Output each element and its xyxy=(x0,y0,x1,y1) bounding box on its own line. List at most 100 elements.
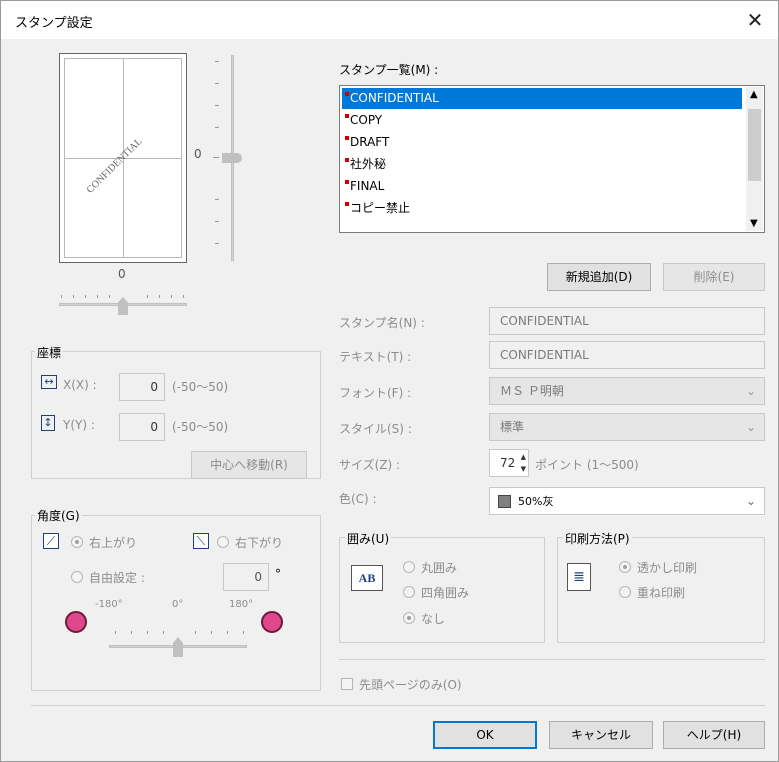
angle-mid-label: 0° xyxy=(172,599,184,610)
color-select[interactable]: 50%灰 ⌄ xyxy=(489,487,765,515)
up-right-radio[interactable] xyxy=(71,536,83,548)
list-item[interactable]: コピー禁止 xyxy=(342,198,742,219)
y-range: (-50～50) xyxy=(172,420,229,434)
list-item[interactable]: DRAFT xyxy=(342,132,742,153)
chevron-down-icon: ⌄ xyxy=(745,384,756,398)
size-input[interactable]: 72 ▲ ▼ xyxy=(489,449,529,477)
free-angle-label: 自由設定 : xyxy=(89,571,145,585)
square-border-radio[interactable] xyxy=(403,586,415,598)
stamp-settings-dialog: スタンプ設定 ✕ CONFIDENTIAL 0 0 座標 ↔ X(X): 0 … xyxy=(0,0,779,762)
list-item[interactable]: CONFIDENTIAL xyxy=(342,88,742,109)
scroll-down-icon[interactable]: ▼ xyxy=(750,218,758,229)
bottom-separator xyxy=(31,705,765,706)
chevron-down-icon: ⌄ xyxy=(745,420,756,434)
first-page-checkbox[interactable] xyxy=(341,678,353,690)
font-select[interactable]: ＭＳ Ｐ明朝 ⌄ xyxy=(489,377,765,405)
down-right-label: 右下がり xyxy=(235,536,284,550)
list-item[interactable]: FINAL xyxy=(342,176,742,197)
transparent-print-label: 透かし印刷 xyxy=(637,561,698,575)
transparent-print-radio[interactable] xyxy=(619,561,631,573)
text-input[interactable]: CONFIDENTIAL xyxy=(489,341,765,369)
down-right-icon: ⟍ xyxy=(193,533,209,549)
list-item[interactable]: 社外秘 xyxy=(342,154,742,175)
y-label: Y(Y) : xyxy=(63,418,95,432)
overlay-print-label: 重ね印刷 xyxy=(637,586,686,600)
border-group-label: 囲み(U) xyxy=(345,530,392,547)
help-button[interactable]: ヘルプ(H) xyxy=(663,721,765,749)
angle-group-label: 角度(G) xyxy=(35,507,82,524)
text-value: CONFIDENTIAL xyxy=(500,348,589,362)
down-right-radio[interactable] xyxy=(217,536,229,548)
style-select[interactable]: 標準 ⌄ xyxy=(489,413,765,441)
stamp-name-input[interactable]: CONFIDENTIAL xyxy=(489,307,765,335)
horizontal-slider-thumb[interactable] xyxy=(118,297,128,315)
x-input[interactable]: 0 xyxy=(119,373,165,401)
angle-min-label: -180° xyxy=(95,599,123,610)
dialog-title: スタンプ設定 xyxy=(15,16,93,31)
stamp-list-label: スタンプ一覧(M) : xyxy=(339,63,439,77)
stamp-name-value: CONFIDENTIAL xyxy=(500,314,589,328)
coordinates-group-label: 座標 xyxy=(35,344,64,361)
style-label: スタイル(S) : xyxy=(339,422,412,436)
spin-down-icon: ▼ xyxy=(520,465,526,473)
free-angle-radio[interactable] xyxy=(71,571,83,583)
font-label: フォント(F) : xyxy=(339,386,412,400)
ok-button[interactable]: OK xyxy=(433,721,537,749)
size-range: ポイント (1～500) xyxy=(535,458,639,472)
style-value: 標準 xyxy=(500,420,525,434)
square-border-label: 四角囲み xyxy=(421,586,470,600)
separator xyxy=(339,659,765,660)
watermark-icon: ≣ xyxy=(567,563,591,591)
color-swatch xyxy=(498,495,511,508)
size-label: サイズ(Z) : xyxy=(339,458,401,472)
color-label: 色(C) : xyxy=(339,492,377,506)
horizontal-arrows-icon: ↔ xyxy=(41,375,57,389)
vertical-slider-value: 0 xyxy=(194,147,202,161)
first-page-label: 先頭ページのみ(O) xyxy=(359,678,462,692)
spin-up-icon: ▲ xyxy=(520,453,526,461)
vertical-slider-thumb[interactable] xyxy=(222,153,242,163)
close-button[interactable]: ✕ xyxy=(742,7,768,33)
print-method-group-label: 印刷方法(P) xyxy=(563,530,632,547)
title-bar: スタンプ設定 ✕ xyxy=(1,1,778,39)
x-range: (-50～50) xyxy=(172,380,229,394)
cancel-button[interactable]: キャンセル xyxy=(549,721,653,749)
up-right-label: 右上がり xyxy=(89,536,138,550)
vertical-arrows-icon: ↕ xyxy=(41,415,55,431)
scroll-thumb[interactable] xyxy=(748,109,761,181)
degree-symbol: ° xyxy=(275,567,281,581)
rotate-left-icon xyxy=(65,611,87,633)
angle-max-label: 180° xyxy=(229,599,254,610)
up-right-icon: ⟋ xyxy=(43,533,59,549)
preview-page: CONFIDENTIAL xyxy=(59,53,187,263)
center-button[interactable]: 中心へ移動(R) xyxy=(191,451,307,479)
round-border-radio[interactable] xyxy=(403,561,415,573)
overlay-print-radio[interactable] xyxy=(619,586,631,598)
free-angle-value: 0 xyxy=(254,570,262,584)
no-border-radio[interactable] xyxy=(403,612,415,624)
text-label: テキスト(T) : xyxy=(339,350,412,364)
stamp-list[interactable]: CONFIDENTIAL COPY DRAFT 社外秘 FINAL コピー禁止 … xyxy=(339,85,765,233)
angle-slider-thumb[interactable] xyxy=(173,637,183,657)
scroll-up-icon[interactable]: ▲ xyxy=(750,89,758,100)
add-new-button[interactable]: 新規追加(D) xyxy=(547,263,651,291)
delete-button[interactable]: 削除(E) xyxy=(663,263,765,291)
vertical-position-slider[interactable] xyxy=(206,53,246,265)
size-value: 72 xyxy=(500,456,516,470)
angle-slider[interactable] xyxy=(107,623,249,663)
horizontal-slider-value: 0 xyxy=(118,267,126,281)
stamp-name-label: スタンプ名(N) : xyxy=(339,316,425,330)
x-label: X(X) : xyxy=(63,378,97,392)
y-input[interactable]: 0 xyxy=(119,413,165,441)
color-value: 50%灰 xyxy=(518,495,554,508)
list-scrollbar[interactable]: ▲ ▼ xyxy=(746,87,763,231)
free-angle-input[interactable]: 0 xyxy=(223,563,269,591)
rotate-right-icon xyxy=(261,611,283,633)
no-border-label: なし xyxy=(421,612,446,626)
horizontal-position-slider[interactable] xyxy=(57,287,189,317)
x-value: 0 xyxy=(150,380,158,394)
y-value: 0 xyxy=(150,420,158,434)
round-border-label: 丸囲み xyxy=(421,561,458,575)
list-item[interactable]: COPY xyxy=(342,110,742,131)
border-ab-icon: AB xyxy=(351,565,383,591)
